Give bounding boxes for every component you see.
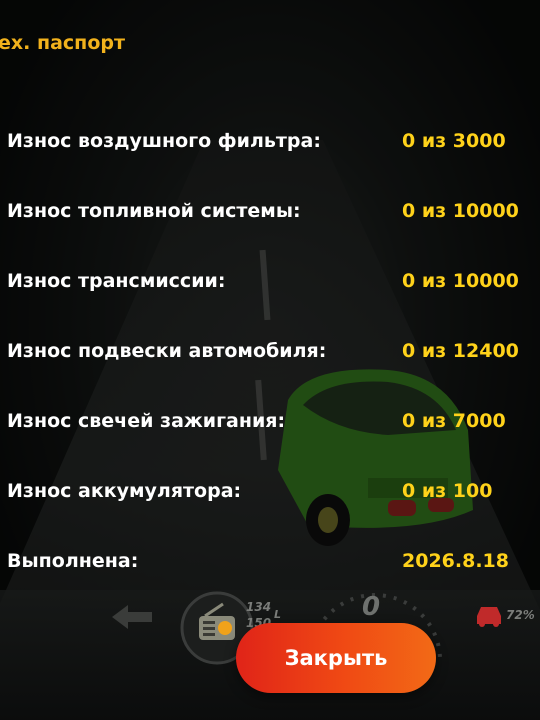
stat-row-fuel-system: Износ топливной системы: 0 из 10000 <box>7 200 527 230</box>
stat-value: 0 из 100 <box>402 480 493 502</box>
close-button[interactable]: Закрыть <box>236 623 436 693</box>
stat-row-air-filter: Износ воздушного фильтра: 0 из 3000 <box>7 130 527 160</box>
tech-passport-panel: ex. паспорт Износ воздушного фильтра: 0 … <box>0 0 540 590</box>
speed-readout: 0 <box>362 592 381 622</box>
stat-label: Износ трансмиссии: <box>7 270 226 292</box>
fuel-unit: L <box>274 608 282 621</box>
stat-value: 0 из 3000 <box>402 130 506 152</box>
stat-label: Износ подвески автомобиля: <box>7 340 327 362</box>
stat-label: Выполнена: <box>7 550 139 572</box>
stat-row-battery: Износ аккумулятора: 0 из 100 <box>7 480 527 510</box>
back-arrow-icon[interactable] <box>108 602 156 632</box>
stat-label: Износ аккумулятора: <box>7 480 242 502</box>
panel-title: ex. паспорт <box>0 32 125 54</box>
damage-percent: 72% <box>506 608 535 622</box>
stat-value: 0 из 10000 <box>402 200 519 222</box>
fuel-level-top: 134 <box>246 600 272 614</box>
stat-value: 0 из 12400 <box>402 340 519 362</box>
stat-row-spark-plugs: Износ свечей зажигания: 0 из 7000 <box>7 410 527 440</box>
stat-value: 0 из 10000 <box>402 270 519 292</box>
stat-label: Износ свечей зажигания: <box>7 410 286 432</box>
stat-row-transmission: Износ трансмиссии: 0 из 10000 <box>7 270 527 300</box>
stat-row-suspension: Износ подвески автомобиля: 0 из 12400 <box>7 340 527 370</box>
stat-label: Износ воздушного фильтра: <box>7 130 321 152</box>
car-damage-icon <box>477 607 501 627</box>
stat-label: Износ топливной системы: <box>7 200 301 222</box>
stat-value: 0 из 7000 <box>402 410 506 432</box>
